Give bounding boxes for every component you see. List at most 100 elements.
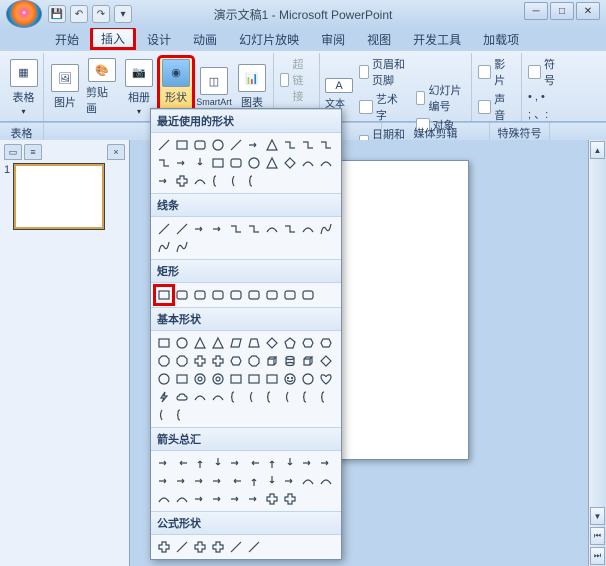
shape-item[interactable] bbox=[155, 154, 173, 172]
shape-item[interactable] bbox=[191, 172, 209, 190]
shape-item[interactable] bbox=[173, 238, 191, 256]
tab-view[interactable]: 视图 bbox=[356, 27, 402, 50]
headerfooter-button[interactable]: 页眉和页脚 bbox=[357, 55, 411, 89]
shape-item[interactable] bbox=[281, 334, 299, 352]
shape-item[interactable] bbox=[263, 472, 281, 490]
shape-item[interactable] bbox=[281, 454, 299, 472]
shape-item[interactable] bbox=[155, 220, 173, 238]
shape-item[interactable] bbox=[299, 472, 317, 490]
shape-item[interactable] bbox=[227, 538, 245, 556]
shape-item[interactable] bbox=[299, 220, 317, 238]
shape-item[interactable] bbox=[227, 472, 245, 490]
shape-item[interactable] bbox=[209, 334, 227, 352]
shape-item[interactable] bbox=[317, 334, 335, 352]
shape-item[interactable] bbox=[281, 490, 299, 508]
shape-item[interactable] bbox=[155, 538, 173, 556]
shape-item[interactable] bbox=[173, 370, 191, 388]
shape-item[interactable] bbox=[209, 454, 227, 472]
redo-button[interactable]: ↷ bbox=[92, 5, 110, 23]
tab-developer[interactable]: 开发工具 bbox=[402, 27, 472, 50]
shape-item[interactable] bbox=[317, 454, 335, 472]
shape-item[interactable] bbox=[245, 388, 263, 406]
qat-more-button[interactable]: ▾ bbox=[114, 5, 132, 23]
hyperlink-button[interactable]: 超链接 bbox=[278, 55, 315, 105]
tab-animations[interactable]: 动画 bbox=[182, 27, 228, 50]
shape-item[interactable] bbox=[209, 286, 227, 304]
shape-item[interactable] bbox=[281, 352, 299, 370]
shape-item[interactable] bbox=[173, 352, 191, 370]
shape-item[interactable] bbox=[263, 454, 281, 472]
shape-item[interactable] bbox=[227, 370, 245, 388]
shape-item[interactable] bbox=[209, 472, 227, 490]
shape-item[interactable] bbox=[173, 136, 191, 154]
shape-item[interactable] bbox=[299, 154, 317, 172]
shape-item[interactable] bbox=[209, 352, 227, 370]
shape-item[interactable] bbox=[173, 172, 191, 190]
shape-item[interactable] bbox=[155, 490, 173, 508]
scroll-up-button[interactable]: ▲ bbox=[590, 141, 605, 159]
shape-item[interactable] bbox=[191, 154, 209, 172]
shape-item[interactable] bbox=[191, 472, 209, 490]
shape-item[interactable] bbox=[245, 334, 263, 352]
shape-item[interactable] bbox=[209, 490, 227, 508]
shape-item[interactable] bbox=[227, 388, 245, 406]
shape-item[interactable] bbox=[155, 238, 173, 256]
shape-item[interactable] bbox=[191, 220, 209, 238]
shape-item[interactable] bbox=[299, 352, 317, 370]
shape-item[interactable] bbox=[209, 220, 227, 238]
shape-item[interactable] bbox=[263, 286, 281, 304]
shape-item[interactable] bbox=[209, 172, 227, 190]
undo-button[interactable]: ↶ bbox=[70, 5, 88, 23]
shape-item[interactable] bbox=[299, 286, 317, 304]
shape-item[interactable] bbox=[191, 136, 209, 154]
save-button[interactable]: 💾 bbox=[48, 5, 66, 23]
shape-item[interactable] bbox=[227, 154, 245, 172]
maximize-button[interactable]: □ bbox=[550, 2, 574, 20]
shape-item[interactable] bbox=[245, 172, 263, 190]
shape-item[interactable] bbox=[155, 472, 173, 490]
shape-item[interactable] bbox=[155, 286, 173, 304]
panel-close[interactable]: × bbox=[107, 144, 125, 160]
shape-item[interactable] bbox=[227, 454, 245, 472]
shape-item[interactable] bbox=[317, 472, 335, 490]
shape-item[interactable] bbox=[263, 352, 281, 370]
shape-item[interactable] bbox=[263, 154, 281, 172]
shape-item[interactable] bbox=[299, 334, 317, 352]
shape-item[interactable] bbox=[245, 472, 263, 490]
shape-item[interactable] bbox=[155, 334, 173, 352]
shape-item[interactable] bbox=[155, 136, 173, 154]
shape-item[interactable] bbox=[299, 454, 317, 472]
movie-button[interactable]: 影片 bbox=[476, 55, 517, 89]
shape-item[interactable] bbox=[173, 286, 191, 304]
shape-item[interactable] bbox=[245, 538, 263, 556]
table-button[interactable]: ▦ 表格 ▾ bbox=[8, 57, 39, 117]
shape-item[interactable] bbox=[155, 388, 173, 406]
shape-item[interactable] bbox=[191, 490, 209, 508]
tab-home[interactable]: 开始 bbox=[44, 27, 90, 50]
shape-item[interactable] bbox=[227, 172, 245, 190]
minimize-button[interactable]: ─ bbox=[524, 2, 548, 20]
shape-item[interactable] bbox=[299, 388, 317, 406]
shape-item[interactable] bbox=[263, 220, 281, 238]
shape-item[interactable] bbox=[191, 286, 209, 304]
shape-item[interactable] bbox=[245, 352, 263, 370]
shape-item[interactable] bbox=[173, 490, 191, 508]
tab-slideshow[interactable]: 幻灯片放映 bbox=[228, 27, 310, 50]
shape-item[interactable] bbox=[245, 286, 263, 304]
shape-item[interactable] bbox=[281, 472, 299, 490]
sound-button[interactable]: 声音 bbox=[476, 90, 517, 124]
shape-item[interactable] bbox=[209, 388, 227, 406]
shape-item[interactable] bbox=[227, 136, 245, 154]
shape-item[interactable] bbox=[227, 334, 245, 352]
shape-item[interactable] bbox=[227, 490, 245, 508]
shape-item[interactable] bbox=[155, 172, 173, 190]
shape-item[interactable] bbox=[191, 370, 209, 388]
shape-item[interactable] bbox=[245, 136, 263, 154]
more-symbols2[interactable]: ; 、: bbox=[526, 105, 566, 123]
prev-slide-button[interactable]: ⏮ bbox=[590, 527, 605, 545]
tab-addins[interactable]: 加载项 bbox=[472, 27, 530, 50]
shape-item[interactable] bbox=[155, 370, 173, 388]
shape-item[interactable] bbox=[263, 490, 281, 508]
slidenumber-button[interactable]: 幻灯片编号 bbox=[414, 81, 468, 115]
shape-item[interactable] bbox=[245, 154, 263, 172]
